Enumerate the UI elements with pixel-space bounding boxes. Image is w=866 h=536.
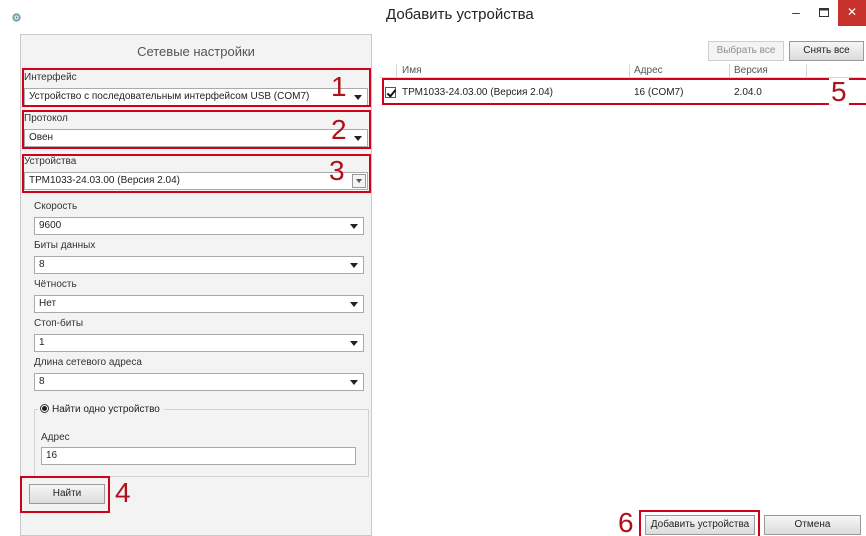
title-bar: Добавить устройства – ✕	[0, 0, 866, 32]
parity-label: Чётность	[34, 279, 77, 290]
minimize-button[interactable]: –	[782, 0, 810, 26]
close-icon: ✕	[846, 5, 858, 19]
find-mode-group	[34, 409, 369, 477]
column-header-name[interactable]: Имя	[402, 65, 421, 76]
annotation-number-6: 6	[618, 507, 634, 536]
devices-table-header: Имя Адрес Версия	[380, 64, 864, 78]
stop-bits-label: Стоп-биты	[34, 318, 84, 329]
window-title: Добавить устройства	[386, 6, 534, 23]
annotation-box-5	[382, 78, 866, 105]
chevron-down-icon	[350, 263, 358, 268]
data-bits-select[interactable]: 8	[34, 256, 364, 274]
annotation-box-1	[22, 68, 371, 107]
maximize-button[interactable]	[810, 0, 838, 26]
column-separator	[629, 64, 630, 78]
annotation-number-5: 5	[829, 76, 849, 107]
column-header-version[interactable]: Версия	[734, 65, 768, 76]
stop-bits-select[interactable]: 1	[34, 334, 364, 352]
annotation-box-4	[20, 476, 110, 513]
column-separator	[396, 64, 397, 78]
panel-title: Сетевые настройки	[137, 44, 255, 59]
annotation-box-2	[22, 110, 371, 149]
select-all-button[interactable]: Выбрать все	[708, 41, 784, 61]
address-length-select[interactable]: 8	[34, 373, 364, 391]
chevron-down-icon	[350, 302, 358, 307]
annotation-number-1: 1	[331, 71, 347, 102]
radio-selected-icon	[40, 404, 49, 413]
annotation-box-6	[639, 510, 760, 536]
chevron-down-icon	[350, 224, 358, 229]
data-bits-label: Биты данных	[34, 240, 96, 251]
speed-value: 9600	[39, 220, 62, 231]
column-separator	[806, 64, 807, 78]
column-header-address[interactable]: Адрес	[634, 65, 663, 76]
deselect-all-button[interactable]: Снять все	[789, 41, 864, 61]
app-gear-icon	[12, 13, 21, 22]
column-separator	[729, 64, 730, 78]
parity-value: Нет	[39, 298, 57, 309]
address-length-value: 8	[39, 376, 45, 387]
cancel-button[interactable]: Отмена	[764, 515, 861, 535]
annotation-number-3: 3	[329, 155, 345, 186]
chevron-down-icon	[350, 341, 358, 346]
annotation-number-4: 4	[115, 477, 131, 508]
find-one-device-radio[interactable]: Найти одно устройство	[38, 404, 164, 416]
annotation-box-3	[22, 154, 371, 193]
address-input[interactable]: 16	[41, 447, 356, 465]
data-bits-value: 8	[39, 259, 45, 270]
speed-label: Скорость	[34, 201, 78, 212]
address-length-label: Длина сетевого адреса	[34, 357, 142, 368]
speed-select[interactable]: 9600	[34, 217, 364, 235]
maximize-icon	[819, 8, 829, 17]
stop-bits-value: 1	[39, 337, 45, 348]
close-button[interactable]: ✕	[838, 0, 866, 26]
chevron-down-icon	[350, 380, 358, 385]
parity-select[interactable]: Нет	[34, 295, 364, 313]
annotation-number-2: 2	[331, 114, 347, 145]
address-label: Адрес	[41, 432, 70, 443]
find-one-device-label: Найти одно устройство	[52, 404, 160, 415]
